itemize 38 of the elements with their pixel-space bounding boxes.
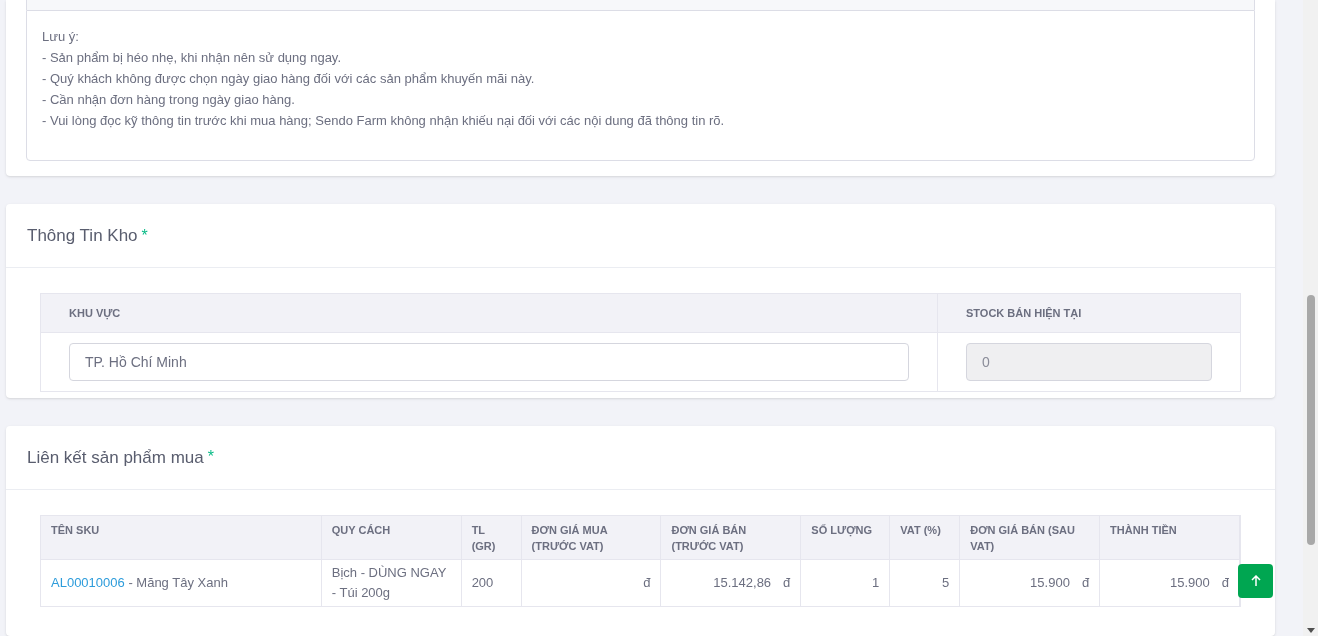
note-line: - Sản phẩm bị héo nhẹ, khi nhận nên sử dụng ngay. xyxy=(42,49,342,67)
table-cell-text: 15.900 xyxy=(1170,574,1210,593)
column-header: VAT (%) xyxy=(900,522,942,538)
column-header: QUY CÁCH xyxy=(331,522,392,538)
required-mark: * xyxy=(141,225,148,246)
region-field[interactable]: TP. Hồ Chí Minh xyxy=(69,343,909,381)
table-cell-text: 15.900 xyxy=(1030,574,1070,593)
table-cell-text: 5 xyxy=(942,574,950,593)
scroll-top-button[interactable] xyxy=(1238,563,1273,598)
scrollbar-thumb[interactable] xyxy=(1306,295,1315,545)
column-header: STOCK BÁN HIỆN TẠI xyxy=(966,305,1082,322)
column-header: ĐƠN GIÁ MUA (TRƯỚC VAT) xyxy=(531,522,609,554)
note-line: - Vui lòng đọc kỹ thông tin trước khi mua hàng; Sendo Farm không nhận khiếu nại đối với các nội dung đã thông tin rõ. xyxy=(42,112,726,130)
sku-link[interactable]: AL00010006 xyxy=(51,575,125,591)
currency-symbol: đ xyxy=(1081,574,1090,593)
section-title: Thông Tin Kho xyxy=(27,224,138,247)
table-cell-text: 200 xyxy=(471,574,494,593)
scroll-down-icon[interactable] xyxy=(1306,628,1315,633)
column-header: THÀNH TIỀN xyxy=(1110,522,1178,538)
table-cell-text: 15.142,86 xyxy=(713,574,772,593)
note-line: Lưu ý: xyxy=(42,28,80,46)
currency-symbol: đ xyxy=(643,574,651,593)
required-mark: * xyxy=(207,447,214,468)
table-cell-text: 1 xyxy=(872,574,880,593)
note-line: - Quý khách không được chọn ngày giao hàng đối với các sản phẩm khuyến mãi này. xyxy=(42,70,536,88)
currency-symbol: đ xyxy=(1221,574,1229,593)
column-header: ĐƠN GIÁ BÁN (SAU VAT) xyxy=(970,522,1076,554)
table-cell-text: Bịch - DÙNG NGAY - Túi 200g xyxy=(331,564,448,602)
column-header: SỐ LƯỢNG xyxy=(811,522,874,538)
column-header: TL (GR) xyxy=(471,522,497,554)
column-header: ĐƠN GIÁ BÁN (TRƯỚC VAT) xyxy=(671,522,748,554)
currency-symbol: đ xyxy=(783,574,791,593)
note-line: - Cần nhận đơn hàng trong ngày giao hàng. xyxy=(42,91,296,109)
sku-text: AL00010006 - Măng Tây Xanh xyxy=(51,574,228,593)
column-header: TÊN SKU xyxy=(51,522,101,538)
arrow-up-icon xyxy=(1249,574,1262,587)
section-title: Liên kết sản phẩm mua xyxy=(27,446,204,469)
column-header: KHU VỰC xyxy=(69,305,121,322)
